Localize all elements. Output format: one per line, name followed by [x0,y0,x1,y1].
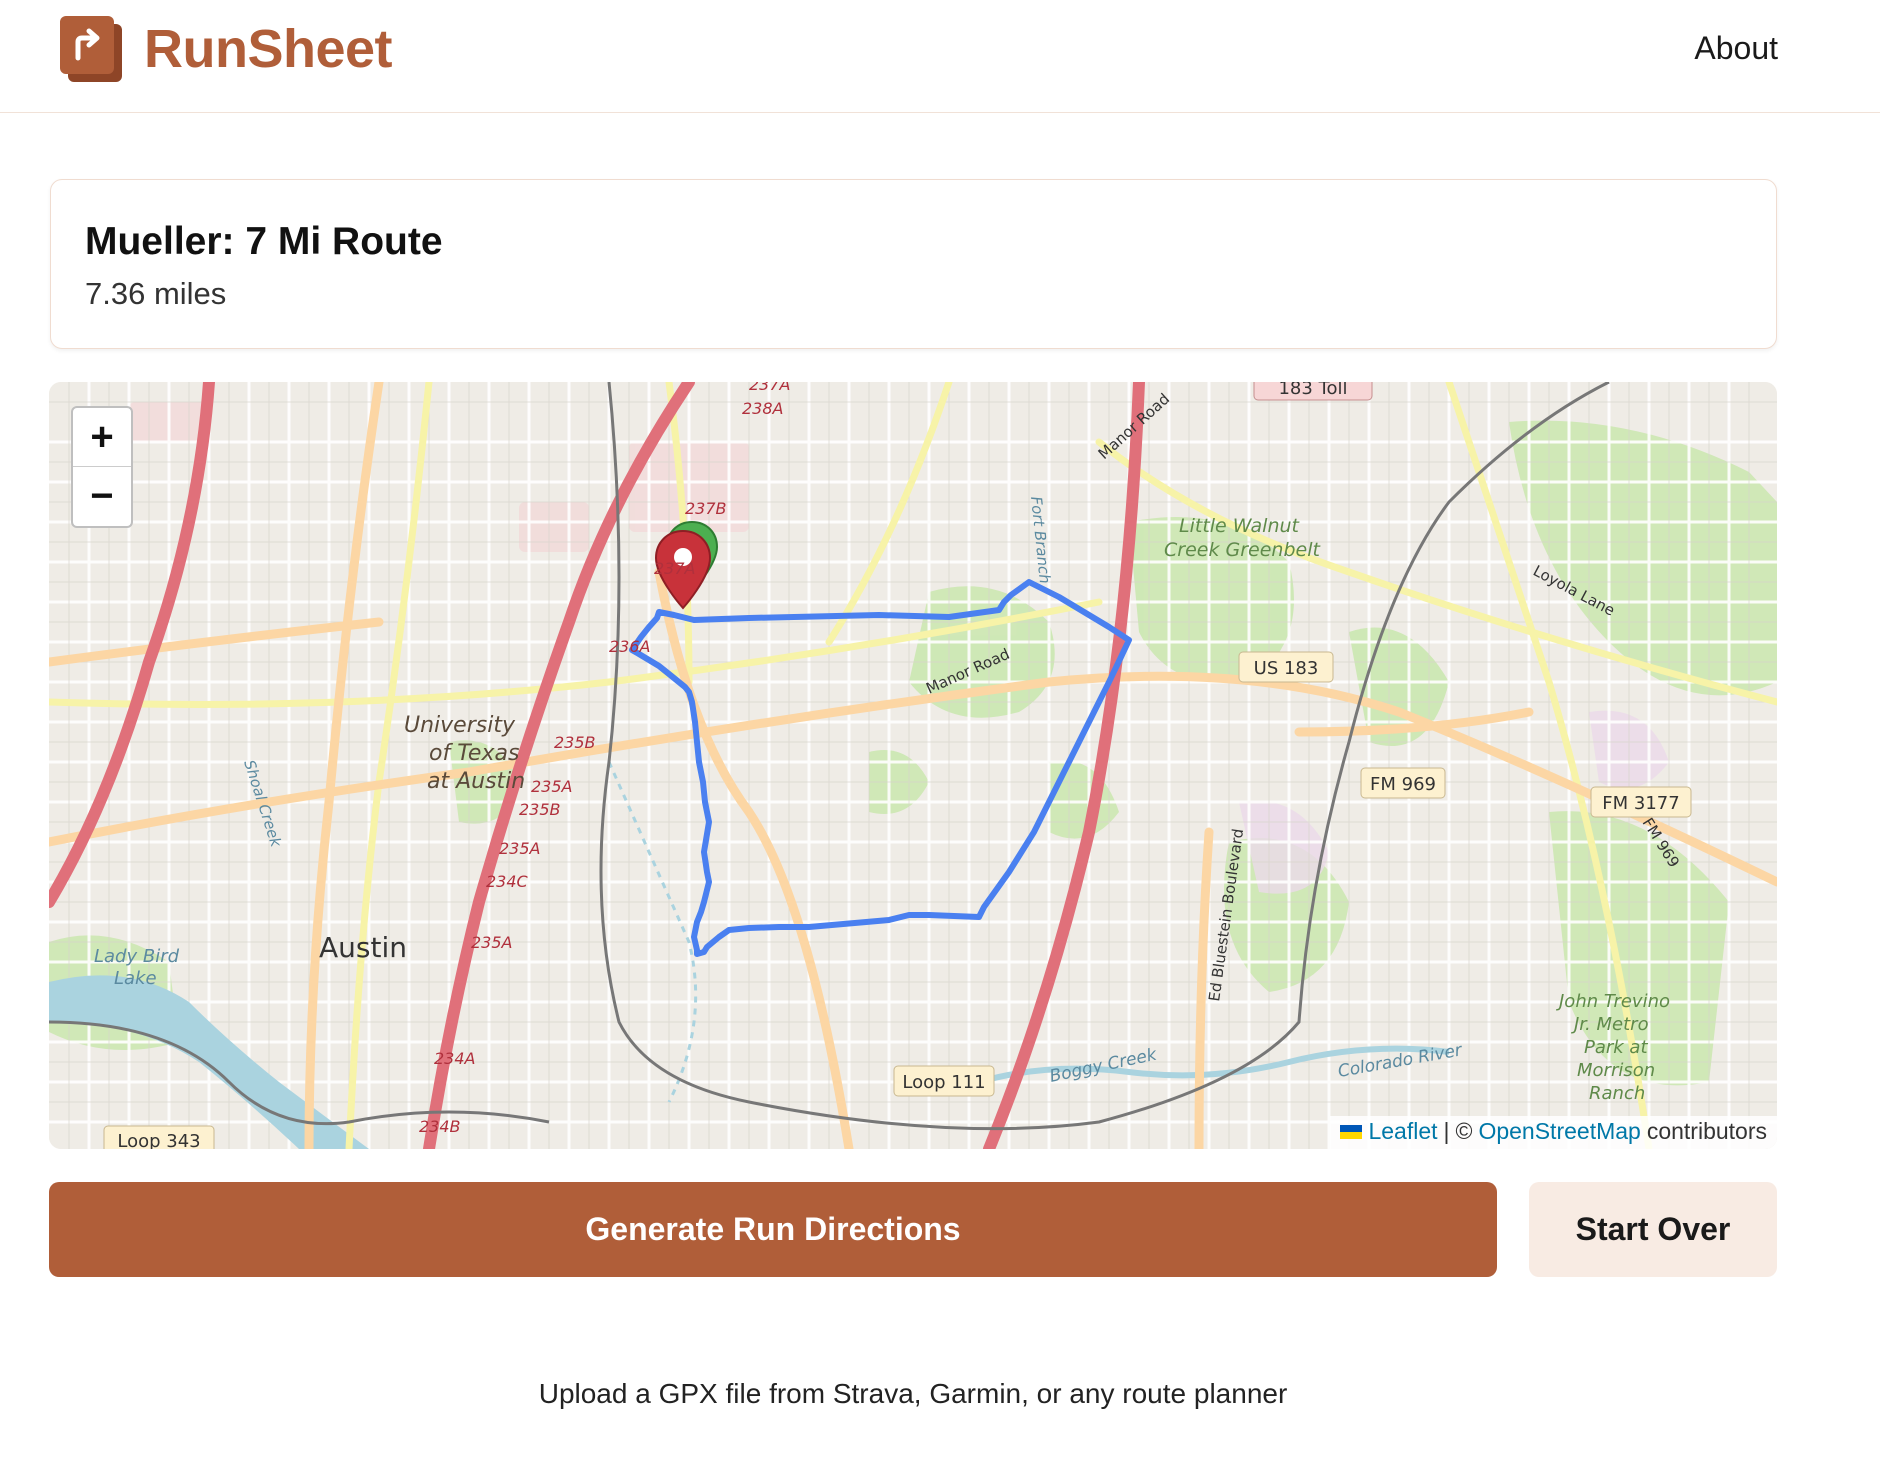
zoom-control: + − [71,406,133,528]
svg-text:Morrison: Morrison [1577,1060,1655,1081]
route-distance: 7.36 miles [85,276,227,311]
svg-text:at Austin: at Austin [427,769,525,794]
map-attribution: Leaflet | © OpenStreetMap contributors [1330,1116,1777,1149]
generate-directions-button[interactable]: Generate Run Directions [49,1182,1497,1277]
svg-text:238A: 238A [742,399,783,418]
svg-text:Little Walnut: Little Walnut [1179,515,1301,537]
start-over-button[interactable]: Start Over [1529,1182,1777,1277]
svg-text:235A: 235A [531,777,572,796]
svg-text:Ranch: Ranch [1589,1083,1645,1104]
logo-turn-icon [60,16,122,82]
svg-text:FM 969: FM 969 [1370,774,1436,795]
svg-text:Austin: Austin [319,931,407,964]
route-title: Mueller: 7 Mi Route [85,220,443,263]
leaflet-link[interactable]: Leaflet [1368,1118,1437,1145]
svg-text:235B: 235B [519,800,561,819]
route-summary-card: Mueller: 7 Mi Route 7.36 miles [50,179,1777,349]
svg-text:Jr. Metro: Jr. Metro [1571,1014,1649,1035]
upload-hint: Upload a GPX file from Strava, Garmin, o… [538,1378,1288,1409]
svg-text:University: University [404,713,516,738]
svg-text:of Texas: of Texas [429,741,519,766]
svg-text:236A: 236A [609,637,650,656]
nav-about-link[interactable]: About [1694,30,1778,67]
svg-text:235A: 235A [471,933,512,952]
app-logo[interactable]: RunSheet [60,16,393,82]
svg-text:FM 3177: FM 3177 [1602,793,1679,814]
openstreetmap-link[interactable]: OpenStreetMap [1478,1118,1640,1145]
app-header: RunSheet About [0,0,1880,113]
svg-text:183 Toll: 183 Toll [1278,382,1347,399]
attribution-copyright: © [1455,1118,1473,1144]
zoom-out-button[interactable]: − [73,467,131,526]
svg-text:237B: 237B [685,499,727,518]
svg-text:234C: 234C [486,872,529,891]
svg-text:US 183: US 183 [1254,658,1319,679]
app-name: RunSheet [144,19,393,79]
svg-text:234A: 234A [434,1049,475,1068]
svg-text:Loop 343: Loop 343 [117,1131,200,1149]
svg-text:Park at: Park at [1584,1037,1648,1058]
svg-text:234B: 234B [419,1117,461,1136]
attribution-contributors: contributors [1646,1118,1767,1144]
svg-text:237A: 237A [749,382,790,394]
attribution-separator: | [1443,1118,1450,1144]
svg-text:Lake: Lake [114,968,157,989]
route-map[interactable]: University of Texas at Austin Lady Bird … [49,382,1777,1149]
svg-text:Loop 111: Loop 111 [902,1072,985,1093]
svg-text:John Trevino: John Trevino [1556,991,1670,1012]
svg-text:235A: 235A [499,839,540,858]
svg-text:Lady Bird: Lady Bird [94,946,180,967]
svg-text:237A: 237A [654,559,695,578]
ukraine-flag-icon [1340,1124,1363,1139]
svg-text:235B: 235B [554,733,596,752]
svg-text:Creek Greenbelt: Creek Greenbelt [1164,539,1321,561]
map-tiles: University of Texas at Austin Lady Bird … [49,382,1777,1149]
zoom-in-button[interactable]: + [73,408,131,467]
